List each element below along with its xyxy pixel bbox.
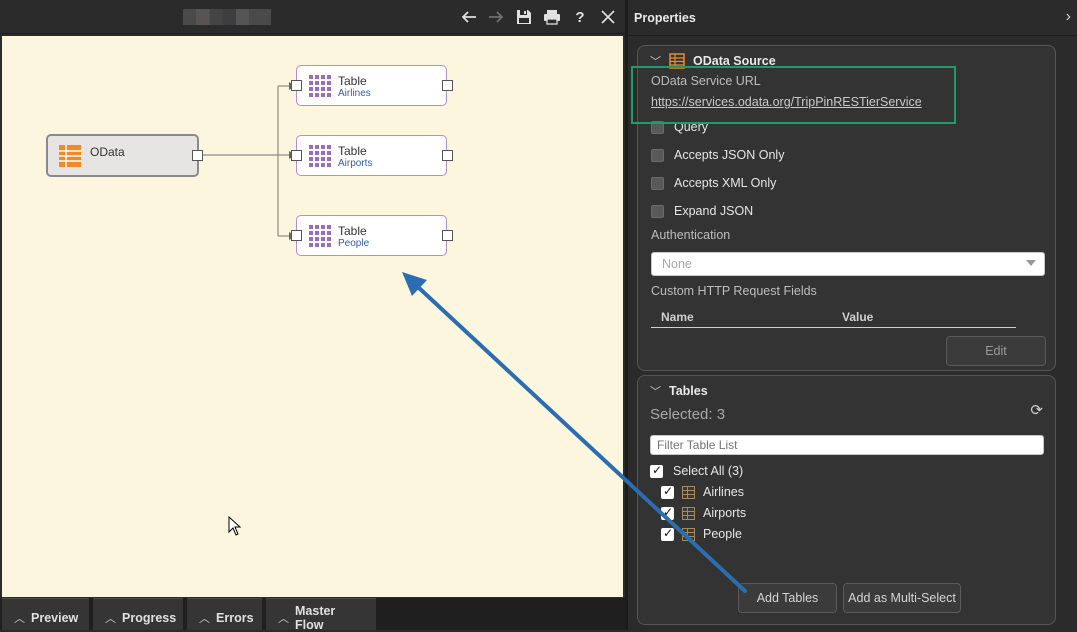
table-node-airports[interactable]: Table Airports [291, 135, 453, 176]
query-checkbox-row[interactable]: Query [651, 120, 708, 134]
odata-source-section: ﹀ OData Source OData Service URL https:/… [637, 45, 1056, 371]
select-all-checkbox[interactable] [650, 463, 663, 478]
expand-json-checkbox-row[interactable]: Expand JSON [651, 204, 753, 218]
save-icon [517, 10, 531, 24]
odata-source-node[interactable]: OData [46, 134, 203, 177]
odata-section-header[interactable]: ﹀ OData Source [650, 53, 776, 69]
table-node-subtitle: People [338, 238, 370, 249]
input-port[interactable] [291, 150, 302, 161]
forward-button[interactable] [485, 7, 507, 27]
chevron-down-icon: ﹀ [650, 386, 661, 398]
select-all-row[interactable]: Select All (3) [650, 463, 743, 478]
chevron-up-icon: ︿ [105, 612, 116, 625]
accepts-json-checkbox[interactable] [651, 148, 664, 162]
table-grid-icon [309, 145, 331, 167]
tab-errors[interactable]: ︿ Errors [187, 598, 262, 630]
input-port[interactable] [291, 230, 302, 241]
odata-icon [59, 145, 81, 167]
add-multi-select-button[interactable]: Add as Multi-Select [843, 583, 961, 613]
query-checkbox[interactable] [651, 120, 664, 134]
table-item-airports[interactable]: Airports [661, 505, 746, 520]
column-header-value: Value [842, 310, 874, 324]
close-icon [601, 10, 615, 24]
output-port[interactable] [442, 150, 453, 161]
table-node-airlines[interactable]: Table Airlines [291, 65, 453, 106]
table-node-subtitle: Airports [338, 158, 373, 169]
table-icon [682, 485, 695, 499]
table-node-title: Table [338, 144, 367, 158]
chevron-up-icon: ︿ [14, 612, 25, 625]
chevron-up-icon: ︿ [199, 612, 210, 625]
authentication-label: Authentication [651, 228, 731, 242]
help-icon: ? [575, 8, 585, 26]
table-item-people[interactable]: People [661, 526, 742, 541]
table-node-title: Table [338, 74, 367, 88]
table-item-airlines[interactable]: Airlines [661, 484, 744, 499]
panel-splitter[interactable] [625, 0, 628, 630]
properties-title: Properties [634, 11, 696, 25]
expand-json-checkbox[interactable] [651, 204, 664, 218]
edit-button[interactable]: Edit [946, 336, 1046, 366]
table-icon [682, 527, 695, 541]
table-grid-icon [309, 75, 331, 97]
table-grid-icon [309, 225, 331, 247]
chevron-down-icon: ﹀ [650, 56, 661, 68]
connection-lines [203, 82, 296, 240]
output-port[interactable] [192, 150, 203, 161]
selected-count: Selected: 3 [650, 406, 726, 423]
tables-section-header[interactable]: ﹀ Tables [650, 383, 708, 399]
designer-canvas[interactable]: OData Table Airlines Table Airports Tabl… [2, 36, 623, 597]
output-port[interactable] [442, 80, 453, 91]
output-port[interactable] [442, 230, 453, 241]
designer-toolbar: ? [0, 0, 625, 34]
accepts-xml-checkbox-row[interactable]: Accepts XML Only [651, 176, 776, 190]
accepts-xml-checkbox[interactable] [651, 176, 664, 190]
refresh-icon[interactable]: ⟳ [1030, 401, 1043, 419]
table-checkbox-people[interactable] [661, 526, 674, 541]
column-header-name: Name [661, 310, 694, 324]
mouse-cursor-icon [228, 516, 242, 536]
table-icon [682, 506, 695, 520]
table-node-subtitle: Airlines [338, 88, 371, 99]
tables-section: ﹀ Tables Selected: 3 ⟳ Select All (3) Ai… [637, 375, 1056, 625]
source-node-label: OData [90, 145, 125, 159]
close-button[interactable] [597, 7, 619, 27]
table-checkbox-airports[interactable] [661, 505, 674, 520]
service-url-link[interactable]: https://services.odata.org/TripPinRESTie… [651, 95, 922, 109]
help-button[interactable]: ? [569, 7, 591, 27]
authentication-dropdown[interactable]: None [651, 252, 1045, 276]
filter-table-input[interactable] [650, 435, 1044, 455]
arrow-left-icon [461, 11, 476, 23]
print-icon [544, 10, 560, 25]
chevron-up-icon: ︿ [278, 612, 289, 625]
odata-icon [669, 53, 685, 69]
table-node-people[interactable]: Table People [291, 215, 453, 256]
add-tables-button[interactable]: Add Tables [738, 583, 837, 613]
print-button[interactable] [541, 7, 563, 27]
tab-master-flow[interactable]: ︿ Master Flow [266, 598, 376, 632]
bottom-tab-bar: ︿ Preview ︿ Progress ︿ Errors ︿ Master Flow [0, 598, 625, 632]
chevron-right-icon[interactable]: › [1066, 8, 1071, 26]
tab-preview[interactable]: ︿ Preview [2, 598, 89, 630]
dropdown-arrow-icon [1026, 260, 1036, 266]
arrow-right-icon [489, 11, 504, 23]
tab-progress[interactable]: ︿ Progress [93, 598, 183, 630]
column-divider [651, 327, 1016, 328]
properties-header: Properties › [628, 0, 1077, 36]
custom-http-fields-label: Custom HTTP Request Fields [651, 284, 817, 298]
service-url-label: OData Service URL [651, 74, 761, 88]
input-port[interactable] [291, 80, 302, 91]
save-button[interactable] [513, 7, 535, 27]
table-checkbox-airlines[interactable] [661, 484, 674, 499]
table-node-title: Table [338, 224, 367, 238]
back-button[interactable] [458, 7, 480, 27]
window-title-blurred [183, 9, 271, 25]
accepts-json-checkbox-row[interactable]: Accepts JSON Only [651, 148, 784, 162]
